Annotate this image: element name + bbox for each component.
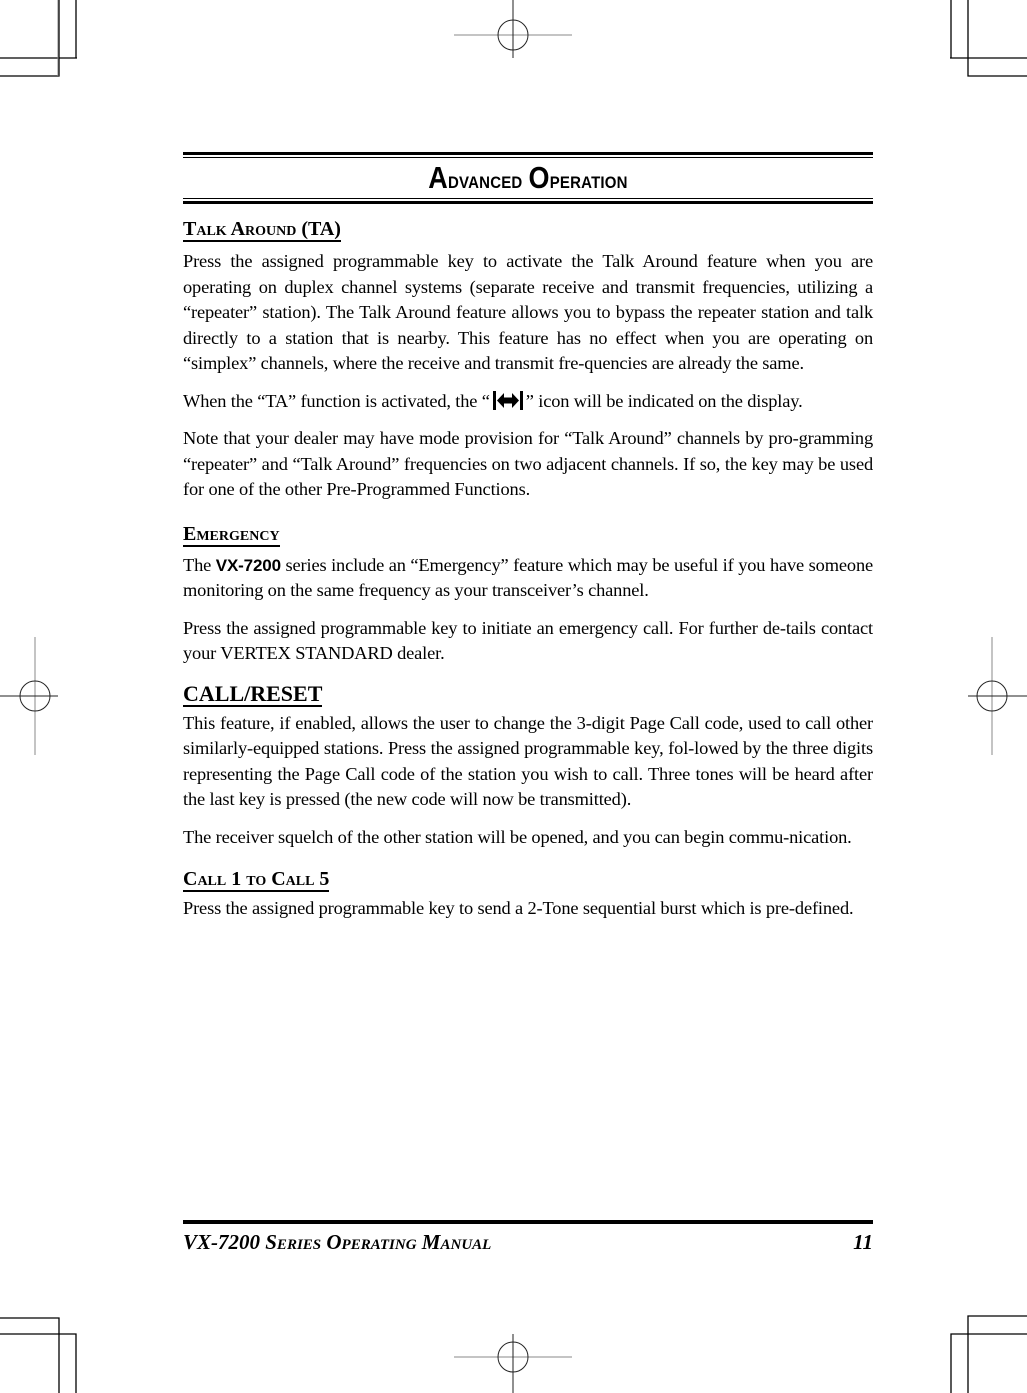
footer-rule — [183, 1220, 873, 1224]
page-number: 11 — [853, 1230, 873, 1254]
chapter-title-part: dvanced — [448, 167, 529, 194]
call-reset-paragraph-1: This feature, if enabled, allows the use… — [183, 712, 873, 810]
crop-mark-bottom-left-outer — [0, 1317, 60, 1393]
talk-around-paragraph-3: Note that your dealer may have mode prov… — [183, 428, 873, 499]
chapter-title-cap: A — [428, 161, 448, 195]
chapter-title-cap: O — [528, 161, 550, 195]
emergency-paragraph-2: Press the assigned programmable key to i… — [183, 617, 873, 664]
chapter-title-part: peration — [549, 167, 628, 194]
emergency-paragraph-1: The VX-7200 series include an “Emergency… — [183, 553, 873, 604]
crop-mark-bottom-left-inner — [0, 1333, 77, 1393]
crop-mark-bottom-right-outer — [967, 1315, 1027, 1393]
manual-title: VX-7200 Series Operating Manual — [183, 1230, 492, 1254]
talk-around-arrow-icon — [490, 390, 526, 410]
page-footer: VX-7200 Series Operating Manual 11 — [183, 1230, 873, 1255]
call-reset-paragraph-2: The receiver squelch of the other statio… — [183, 826, 852, 847]
call-1-to-5-paragraph: Press the assigned programmable key to s… — [183, 898, 854, 918]
section-heading-emergency: Emergency — [183, 522, 280, 547]
crop-mark-top-left-outer — [0, 0, 60, 77]
talk-around-paragraph-1: Press the assigned programmable key to a… — [183, 251, 873, 373]
crop-mark-top-right-outer — [967, 0, 1027, 77]
section-heading-talk-around: Talk Around (TA) — [183, 218, 341, 242]
section-heading-call-reset: CALL/RESET — [183, 680, 323, 707]
chapter-rule-top — [183, 152, 873, 158]
talk-around-paragraph-2: When the “TA” function is activated, the… — [183, 389, 873, 415]
text-span: ” icon will be indicated on the display. — [525, 390, 803, 411]
text-span: When the “TA” function is activated, the… — [183, 390, 490, 411]
crop-mark-bottom-right-inner — [950, 1333, 1027, 1393]
model-name: VX-7200 — [215, 555, 281, 575]
text-span: The — [183, 554, 216, 575]
chapter-title: Advanced Operation — [183, 161, 873, 195]
page-content: Advanced Operation Talk Around (TA) Pres… — [183, 152, 873, 922]
text-span: series include an “Emergency” feature wh… — [183, 554, 873, 601]
section-heading-call-1-to-5: Call 1 to Call 5 — [183, 868, 330, 892]
